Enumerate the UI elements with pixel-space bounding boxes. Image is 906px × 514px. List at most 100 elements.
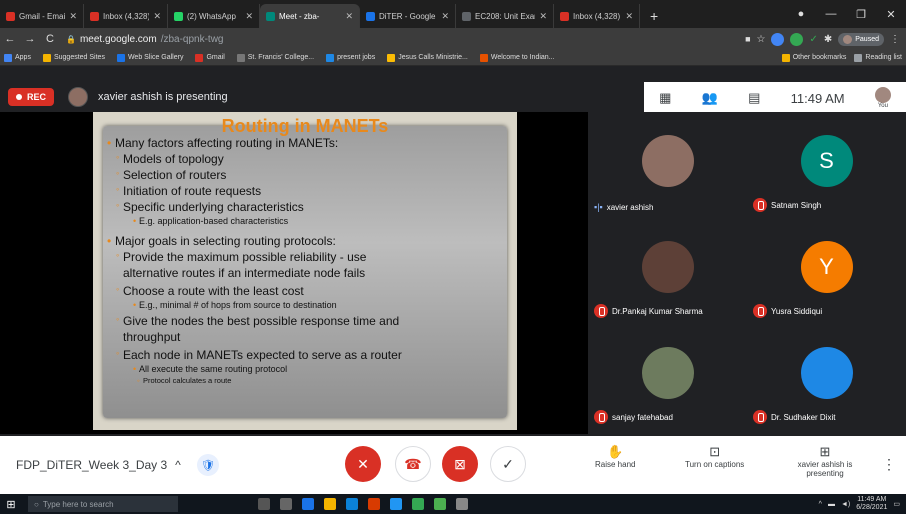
leave-call-button[interactable]: ☎	[395, 446, 431, 482]
minimize-button[interactable]: —	[816, 8, 846, 20]
bookmark-item[interactable]: Gmail	[195, 53, 225, 62]
participant-tile[interactable]: Dr. Sudhaker Dixit	[747, 324, 906, 430]
participant-tile[interactable]: Y Yusra Siddiqui	[747, 218, 906, 324]
close-tab-icon[interactable]: ✕	[625, 11, 633, 22]
meeting-details-icon[interactable]: ▦	[659, 90, 671, 106]
captions-button[interactable]: ⊡ Turn on captions	[685, 444, 744, 469]
check-icon[interactable]: ✓	[809, 34, 817, 45]
network-icon[interactable]: ▬	[828, 501, 835, 508]
browser-tab[interactable]: Inbox (4,328) - p✕	[554, 4, 640, 28]
taskbar-search[interactable]: ○ Type here to search	[28, 496, 178, 512]
taskbar-apps	[258, 498, 468, 510]
bookmark-label: present jobs	[337, 54, 376, 61]
url-field[interactable]: 🔒 meet.google.com/zba-qpnk-twg	[66, 34, 224, 45]
file-explorer-icon[interactable]	[324, 498, 336, 510]
mic-icon[interactable]	[258, 498, 270, 510]
bookmark-item[interactable]: Other bookmarks	[781, 53, 846, 62]
bookmark-label: Suggested Sites	[53, 54, 105, 61]
browser-tab[interactable]: Meet - zba- ✕	[260, 4, 360, 28]
raise-hand-button[interactable]: ✋ Raise hand	[595, 444, 635, 469]
bookmark-item[interactable]: Suggested Sites	[42, 53, 105, 62]
url-host: meet.google.com	[79, 33, 157, 45]
windows-start-icon[interactable]: ⊞	[0, 498, 22, 511]
notification-icon[interactable]: ▭	[893, 500, 900, 508]
address-bar-actions: ■ ☆ ✓ ✱ Paused ⋮	[745, 32, 906, 46]
paused-label: Paused	[855, 35, 879, 43]
extension-icon-2[interactable]	[790, 32, 804, 46]
chevron-up-icon[interactable]: ^	[819, 501, 822, 508]
slide-bullet: Models of topology	[116, 152, 224, 166]
mic-muted-icon	[753, 198, 767, 212]
bookmark-item[interactable]: Reading list	[854, 53, 902, 62]
self-view[interactable]: You	[874, 87, 891, 109]
extension-icon[interactable]	[771, 32, 785, 46]
store-icon[interactable]	[302, 498, 314, 510]
edge-icon[interactable]	[346, 498, 358, 510]
task-view-icon[interactable]	[280, 498, 292, 510]
close-tab-icon[interactable]: ✕	[153, 11, 161, 22]
menu-icon[interactable]: ⋮	[890, 34, 900, 45]
tab-favicon-icon	[462, 11, 471, 21]
present-check-button[interactable]: ✓	[490, 446, 526, 482]
mic-off-icon: ✕	[357, 455, 369, 472]
mic-toggle-button[interactable]: ✕	[345, 446, 381, 482]
profile-paused-button[interactable]: Paused	[838, 32, 884, 46]
close-window-button[interactable]: ✕	[876, 8, 906, 21]
participant-name: Yusra Siddiqui	[771, 306, 823, 316]
app-icon-2[interactable]	[456, 498, 468, 510]
bookmarks-bar: Apps Suggested Sites Web Slice Gallery Gmai…	[0, 50, 906, 66]
present-now-button[interactable]: ⊞ xavier ashish is presenting	[790, 444, 860, 478]
close-tab-icon[interactable]: ✕	[245, 11, 253, 22]
bookmark-item[interactable]: Welcome to Indian...	[479, 53, 555, 62]
camera-toggle-button[interactable]: ⊠	[442, 446, 478, 482]
bookmark-item[interactable]: Jesus Calls Ministrie...	[387, 53, 468, 62]
browser-tab[interactable]: (2) WhatsApp ✕	[168, 4, 260, 28]
tab-label: (2) WhatsApp	[187, 11, 236, 21]
maximize-button[interactable]: ❐	[846, 8, 876, 21]
close-tab-icon[interactable]: ✕	[69, 11, 77, 22]
chrome-icon[interactable]	[412, 498, 424, 510]
slide-bullet: Give the nodes the best possible respons…	[116, 314, 399, 328]
taskbar-clock[interactable]: 11:49 AM 6/28/2021	[856, 496, 887, 512]
office-icon[interactable]	[368, 498, 380, 510]
new-tab-button[interactable]: +	[640, 4, 668, 28]
bookmark-item[interactable]: St. Francis' College...	[236, 53, 315, 62]
people-icon[interactable]: 👥	[702, 90, 718, 106]
profile-icon[interactable]: ●	[786, 8, 816, 20]
close-tab-icon[interactable]: ✕	[539, 11, 547, 22]
presenter-text: xavier ashish is presenting	[98, 91, 228, 103]
puzzle-icon[interactable]: ✱	[824, 34, 832, 45]
forward-button[interactable]: →	[20, 33, 40, 45]
bookmark-item[interactable]: present jobs	[326, 53, 376, 62]
chat-icon[interactable]: ▤	[748, 90, 760, 106]
participant-tile[interactable]: sanjay fatehabad	[588, 324, 747, 430]
slide-bullet: Specific underlying characteristics	[116, 200, 304, 214]
participant-tile[interactable]: ▪|▪ xavier ashish	[588, 112, 747, 218]
participant-tile[interactable]: Dr.Pankaj Kumar Sharma	[588, 218, 747, 324]
photos-icon[interactable]	[390, 498, 402, 510]
camera-icon[interactable]: ■	[745, 34, 750, 44]
bookmark-label: St. Francis' College...	[247, 54, 315, 61]
app-icon[interactable]	[434, 498, 446, 510]
bookmark-item[interactable]: Web Slice Gallery	[116, 53, 183, 62]
shield-icon[interactable]: 🛡	[196, 454, 219, 476]
slide-bullet: Selection of routers	[116, 168, 226, 182]
meeting-title-button[interactable]: FDP_DiTER_Week 3_Day 3 ^	[16, 458, 181, 472]
browser-tab[interactable]: Gmail - Email fro✕	[0, 4, 84, 28]
participant-tile[interactable]: S Satnam Singh	[747, 112, 906, 218]
star-icon[interactable]: ☆	[757, 34, 766, 45]
bookmark-item[interactable]: Apps	[4, 53, 31, 62]
more-options-icon[interactable]: ⋮	[882, 456, 896, 473]
bookmark-label: Reading list	[865, 54, 902, 61]
browser-tab[interactable]: EC208: Unit Exam ✕	[456, 4, 554, 28]
windows-taskbar: ⊞ ○ Type here to search ^ ▬ ◄) 11:49 AM 6/…	[0, 494, 906, 514]
browser-tab[interactable]: DiTER - Google D ✕	[360, 4, 456, 28]
lock-icon: 🔒	[66, 34, 76, 44]
close-tab-icon[interactable]: ✕	[345, 11, 353, 22]
reload-button[interactable]: C	[40, 33, 60, 45]
volume-icon[interactable]: ◄)	[841, 501, 850, 508]
back-button[interactable]: ←	[0, 33, 20, 45]
participant-name-row: Dr.Pankaj Kumar Sharma	[594, 304, 703, 318]
browser-tab[interactable]: Inbox (4,328) - p✕	[84, 4, 168, 28]
close-tab-icon[interactable]: ✕	[441, 11, 449, 22]
